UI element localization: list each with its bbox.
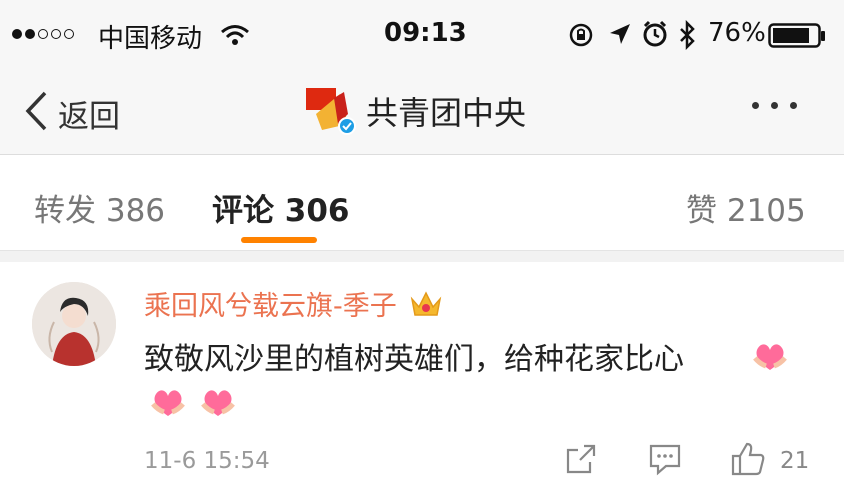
- status-bar: 中国移动 09:13 76%: [0, 0, 844, 70]
- comment-icon[interactable]: [648, 442, 682, 476]
- share-icon[interactable]: [564, 442, 598, 476]
- tab-reposts-label: 转发: [34, 193, 96, 229]
- status-time: 09:13: [384, 18, 467, 48]
- more-icon[interactable]: [752, 102, 797, 109]
- commenter-username-text: 乘回风兮载云旗-季子: [144, 291, 397, 322]
- back-label: 返回: [58, 99, 120, 135]
- comment-item: 乘回风兮载云旗-季子 致敬风沙里的植树英雄们，给种花家比心 11-6 15:54…: [0, 262, 844, 504]
- bluetooth-icon: [680, 20, 695, 50]
- chevron-left-icon: [25, 91, 47, 131]
- rotation-lock-icon: [569, 23, 593, 47]
- battery-percent: 76%: [708, 18, 766, 48]
- tab-likes-label: 赞: [686, 193, 717, 229]
- back-button[interactable]: 返回: [24, 86, 144, 136]
- alarm-icon: [643, 20, 667, 47]
- nav-bar: 返回 共青团中央: [0, 70, 844, 155]
- like-icon[interactable]: [730, 442, 766, 476]
- page-title: 共青团中央: [366, 94, 527, 132]
- heart-hands-icon: [753, 344, 787, 370]
- like-count: 21: [780, 448, 810, 474]
- avatar[interactable]: [304, 84, 356, 136]
- carrier-name: 中国移动: [98, 24, 203, 54]
- commenter-avatar[interactable]: [32, 282, 116, 366]
- tab-reposts-count: 386: [105, 193, 166, 229]
- heart-hands-icon: [201, 390, 235, 416]
- tab-bar: 转发 386 评论 306 赞 2105: [0, 155, 844, 251]
- tab-comments-count: 306: [284, 193, 350, 229]
- battery-icon: [768, 23, 825, 48]
- wifi-icon: [221, 25, 249, 45]
- tab-reposts[interactable]: 转发 386: [34, 185, 165, 230]
- tab-comments-label: 评论: [212, 193, 274, 229]
- tab-comments[interactable]: 评论 306: [212, 185, 350, 230]
- active-tab-indicator: [241, 237, 317, 243]
- tab-likes-count: 2105: [726, 193, 806, 229]
- heart-hands-icon: [151, 390, 185, 416]
- tab-likes[interactable]: 赞 2105: [686, 185, 806, 230]
- location-arrow-icon: [610, 24, 630, 44]
- commenter-username[interactable]: 乘回风兮载云旗-季子: [144, 284, 443, 323]
- comment-timestamp: 11-6 15:54: [144, 448, 270, 474]
- signal-dots-icon: [12, 29, 74, 39]
- comment-text: 致敬风沙里的植树英雄们，给种花家比心: [144, 342, 684, 377]
- crown-badge-icon: [411, 291, 442, 316]
